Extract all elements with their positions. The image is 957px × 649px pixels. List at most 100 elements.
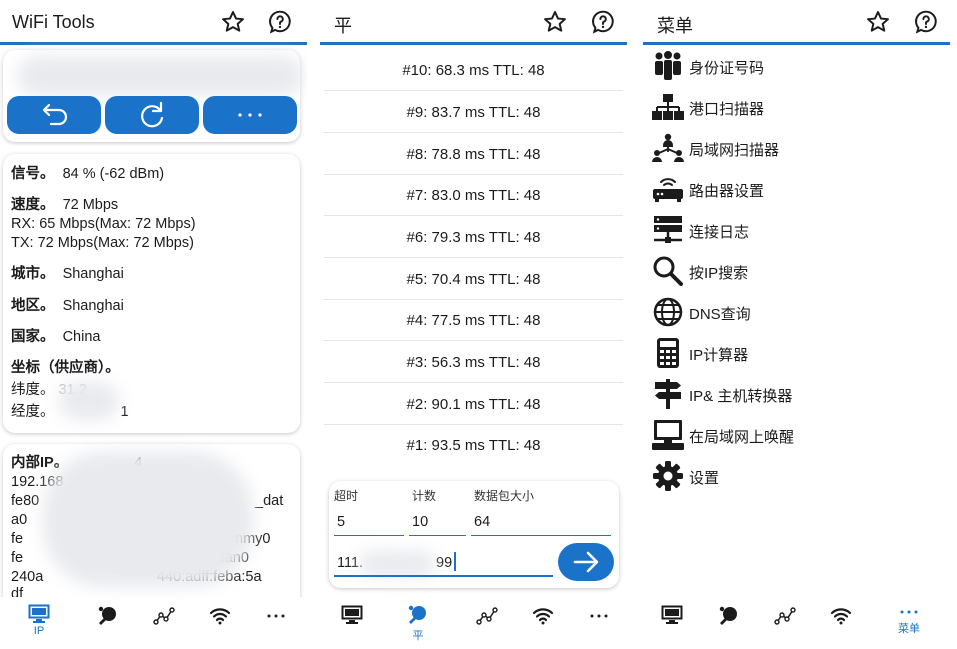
wifi-details-card: 信号。 84 % (-62 dBm) 速度。 72 Mbps RX: 65 Mb…: [3, 154, 300, 433]
star-icon[interactable]: [220, 9, 246, 35]
lat-label: 纬度。: [11, 382, 55, 398]
globe-icon: [653, 297, 683, 327]
wifi-info-screen: WiFi Tools 信号。 84 % (-62 dBm) 速度。 72 Mbp…: [0, 0, 307, 649]
text-cursor: [454, 552, 456, 571]
nav-wifi-tab[interactable]: [523, 605, 563, 645]
redacted-internal-ips: [43, 452, 253, 587]
gear-icon: [653, 461, 683, 491]
nav-ping-tab[interactable]: [709, 605, 749, 645]
packet-size-label: 数据包大小: [474, 489, 535, 503]
graph-icon: [774, 607, 796, 625]
arrow-right-icon: [573, 551, 599, 573]
nav-ip-tab[interactable]: [332, 605, 372, 645]
more-dots-icon: [267, 614, 285, 618]
ping-result-row: #2: 90.1 ms TTL: 48: [324, 384, 623, 425]
menu-item-label: 设置: [689, 470, 720, 487]
menu-item-ip-calculator[interactable]: IP计算器: [651, 335, 957, 371]
menu-item-id-number[interactable]: 身份证号码: [651, 48, 957, 84]
ip-monitor-icon: [341, 605, 363, 624]
menu-item-label: IP计算器: [689, 347, 749, 364]
screenshot-root: WiFi Tools 信号。 84 % (-62 dBm) 速度。 72 Mbp…: [0, 0, 957, 649]
more-button[interactable]: [203, 96, 297, 134]
ping-result-row: #9: 83.7 ms TTL: 48: [324, 92, 623, 133]
nav-graph-tab[interactable]: [144, 605, 184, 645]
coord-label: 坐标（供应商）。: [11, 360, 120, 376]
menu-item-label: 身份证号码: [689, 60, 765, 77]
help-icon[interactable]: [913, 9, 939, 35]
nav-more-tab[interactable]: [579, 605, 619, 645]
region-value: Shanghai: [62, 298, 124, 314]
menu-item-port-scanner[interactable]: 港口扫描器: [651, 89, 957, 125]
nav-wifi-tab[interactable]: [821, 605, 861, 645]
app-bar: 平: [320, 0, 627, 45]
more-dots-icon: [900, 610, 918, 614]
nav-ip-tab[interactable]: IP: [19, 604, 59, 644]
back-button[interactable]: [7, 96, 101, 134]
bottom-nav: 菜单: [643, 597, 957, 649]
refresh-button[interactable]: [105, 96, 199, 134]
ping-result-row: #8: 78.8 ms TTL: 48: [324, 134, 623, 175]
menu-item-router-settings[interactable]: 路由器设置: [651, 171, 957, 207]
redacted-ssid: [17, 56, 303, 96]
network-card: [3, 50, 303, 142]
speed-label: 速度。: [11, 197, 55, 213]
ping-pong-icon: [719, 606, 737, 625]
undo-icon: [42, 103, 68, 126]
menu-item-dns-lookup[interactable]: DNS查询: [651, 294, 957, 330]
ping-pong-icon: [408, 605, 426, 624]
internal-ip-card: 内部IP。4 192.168 fe80 % _dat a0 fe mmy0 fe…: [3, 444, 300, 604]
help-icon[interactable]: [590, 9, 616, 35]
nav-menu-label: 菜单: [898, 623, 920, 635]
lon-label: 经度。: [11, 404, 55, 420]
menu-item-lan-scanner[interactable]: 局域网扫描器: [651, 130, 957, 166]
wifi-icon: [532, 608, 554, 625]
bottom-nav: IP: [0, 597, 307, 649]
menu-item-connection-log[interactable]: 连接日志: [651, 212, 957, 248]
menu-item-label: 在局域网上唤醒: [689, 429, 795, 446]
lon-value: 1: [120, 404, 129, 420]
nav-wifi-tab[interactable]: [200, 605, 240, 645]
menu-item-label: IP& 主机转换器: [689, 388, 793, 405]
city-value: Shanghai: [62, 266, 124, 282]
menu-item-search-by-ip[interactable]: 按IP搜索: [651, 253, 957, 289]
menu-item-label: 连接日志: [689, 224, 750, 241]
ping-form-card: 超时 计数 数据包大小 5 10 64 111. 99: [329, 481, 619, 588]
city-label: 城市。: [11, 266, 55, 282]
nav-menu-tab[interactable]: 菜单: [888, 606, 930, 646]
nav-graph-tab[interactable]: [467, 605, 507, 645]
calculator-icon: [657, 338, 679, 368]
server-icon: [654, 216, 682, 243]
page-title: WiFi Tools: [12, 12, 95, 32]
star-icon[interactable]: [865, 9, 891, 35]
count-label: 计数: [412, 489, 437, 503]
help-icon[interactable]: [267, 9, 293, 35]
menu-item-ip-host-converter[interactable]: IP& 主机转换器: [651, 376, 957, 412]
signal-label: 信号。: [11, 166, 55, 182]
menu-item-settings[interactable]: 设置: [651, 458, 957, 494]
more-dots-icon: [590, 614, 608, 618]
wifi-icon: [209, 608, 231, 625]
signal-value: 84 % (-62 dBm): [62, 166, 165, 182]
redacted-coordinates: [59, 382, 119, 420]
computer-icon: [652, 420, 684, 450]
ping-result-row: #7: 83.0 ms TTL: 48: [324, 175, 623, 216]
people-icon: [655, 51, 681, 80]
graph-icon: [476, 607, 498, 625]
nav-ping-tab[interactable]: [88, 605, 128, 645]
nav-graph-tab[interactable]: [765, 605, 805, 645]
search-icon: [653, 256, 683, 286]
star-icon[interactable]: [542, 9, 568, 35]
start-ping-button[interactable]: [558, 543, 614, 581]
nav-ping-label: 平: [412, 630, 424, 642]
nav-ping-tab[interactable]: 平: [398, 604, 438, 644]
nav-ip-tab[interactable]: [652, 605, 692, 645]
ip-monitor-icon: [28, 604, 50, 623]
menu-item-label: 路由器设置: [689, 183, 765, 200]
menu-item-wake-on-lan[interactable]: 在局域网上唤醒: [651, 417, 957, 453]
menu-item-label: 按IP搜索: [689, 265, 749, 282]
more-dots-icon: [238, 113, 262, 117]
country-value: China: [62, 329, 101, 345]
nav-more-tab[interactable]: [256, 605, 296, 645]
ip-monitor-icon: [661, 605, 683, 624]
ping-result-row: #10: 68.3 ms TTL: 48: [324, 50, 623, 91]
